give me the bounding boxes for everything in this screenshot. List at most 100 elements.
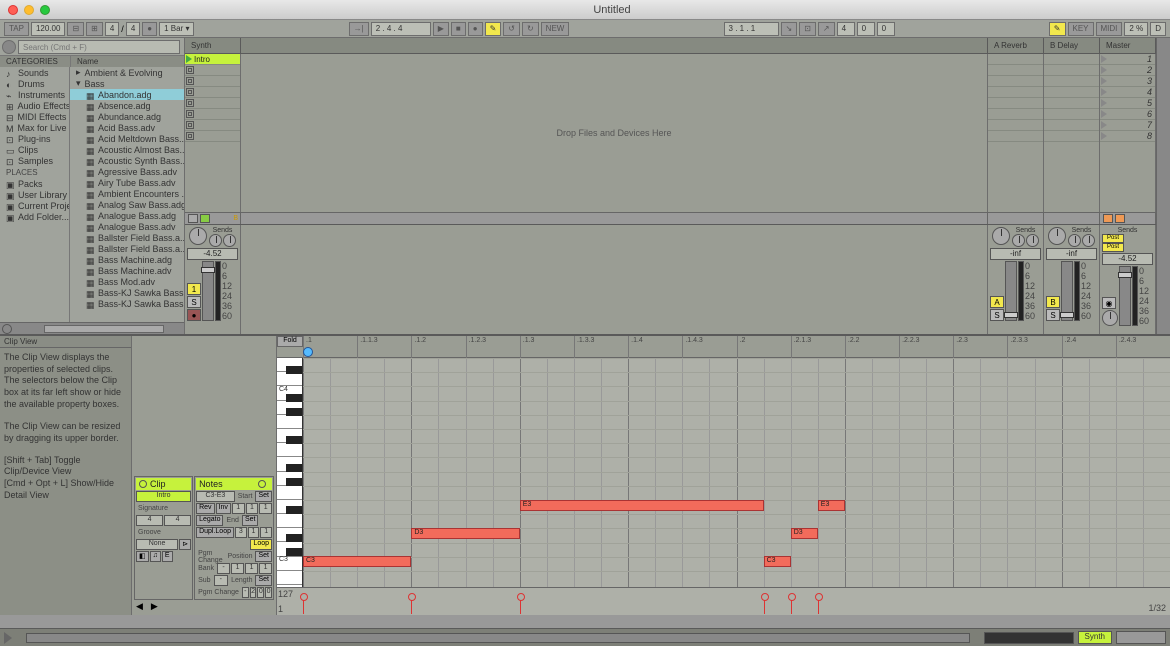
quantize-menu[interactable]: 1 Bar ▾: [159, 22, 194, 36]
browser-file[interactable]: ▦Acid Bass.adv: [70, 122, 184, 133]
start-beats[interactable]: 1: [246, 503, 259, 514]
io-toggle[interactable]: [188, 214, 198, 223]
browser-scrollbar[interactable]: [0, 322, 184, 334]
track-activator[interactable]: A: [990, 296, 1004, 308]
browser-file[interactable]: ▦Analogue Bass.adg: [70, 210, 184, 221]
end-beats[interactable]: 1: [248, 527, 260, 538]
overview-mini[interactable]: [984, 632, 1074, 644]
post-button[interactable]: Post: [1102, 243, 1124, 252]
scene-slot[interactable]: 7: [1100, 120, 1155, 131]
midi-map-button[interactable]: MIDI: [1096, 22, 1123, 36]
sig-den[interactable]: 4: [164, 515, 191, 526]
send-knob[interactable]: [1012, 234, 1025, 247]
place-item[interactable]: ▣Packs: [0, 178, 69, 189]
browser-file[interactable]: ▦Agressive Bass.adv: [70, 166, 184, 177]
velocity-marker[interactable]: [411, 596, 412, 614]
start-16[interactable]: 1: [259, 503, 272, 514]
send-knob[interactable]: [1068, 234, 1081, 247]
solo-button[interactable]: S: [1046, 309, 1060, 321]
play-button[interactable]: ▶: [433, 22, 449, 36]
category-item[interactable]: MMax for Live: [0, 122, 69, 133]
fold-button[interactable]: Fold: [277, 336, 303, 347]
browser-file[interactable]: ▦Analogue Bass.adv: [70, 221, 184, 232]
cue-volume-knob[interactable]: [1102, 310, 1118, 326]
clip-slot[interactable]: [185, 76, 240, 87]
timesig-num[interactable]: 4: [105, 22, 119, 36]
notes-activator-icon[interactable]: [258, 480, 266, 488]
reenable-auto-button[interactable]: ↺: [503, 22, 520, 36]
browser-file[interactable]: ▦Analog Saw Bass.adg: [70, 199, 184, 210]
piano-keyboard[interactable]: C4 C3: [277, 358, 303, 587]
clip-activator-icon[interactable]: [139, 480, 147, 488]
midi-note[interactable]: C3: [303, 556, 411, 567]
scene-slot[interactable]: 4: [1100, 87, 1155, 98]
arm-button[interactable]: ●: [187, 309, 201, 321]
groove-commit[interactable]: ⊳: [179, 539, 191, 550]
browser-file[interactable]: ▦Bass-KJ Sawka Bass...: [70, 287, 184, 298]
place-item[interactable]: ▣Current Project: [0, 200, 69, 211]
maximize-icon[interactable]: [40, 5, 50, 15]
scene-play-icon[interactable]: [1101, 110, 1107, 118]
sub-val[interactable]: -: [214, 575, 229, 586]
monitor-toggle[interactable]: [200, 214, 210, 223]
loop-len-bars[interactable]: 4: [837, 22, 855, 36]
volume-fader[interactable]: [1119, 266, 1131, 326]
send-a-knob[interactable]: [209, 234, 222, 247]
detail-toggle-icon[interactable]: [4, 632, 12, 644]
capture-button[interactable]: NEW: [541, 22, 570, 36]
track-activator[interactable]: B: [1046, 296, 1060, 308]
browser-file[interactable]: ▦Ambient Encounters ...: [70, 188, 184, 199]
clip-slot-intro[interactable]: Intro: [185, 54, 240, 65]
browser-file[interactable]: ▦Acoustic Synth Bass...: [70, 155, 184, 166]
nudge-up-button[interactable]: ⊞: [86, 22, 103, 36]
place-item[interactable]: ▣Add Folder...: [0, 211, 69, 222]
pos-bars[interactable]: 1: [231, 563, 244, 574]
clip-slot[interactable]: [185, 87, 240, 98]
volume-fader[interactable]: [1005, 261, 1017, 321]
category-item[interactable]: ⊡Samples: [0, 155, 69, 166]
tempo-field[interactable]: 120.00: [31, 22, 65, 36]
automation-arm-button[interactable]: ✎: [485, 22, 502, 36]
category-item[interactable]: ♪Sounds: [0, 67, 69, 78]
nav-right-icon[interactable]: ▶: [151, 601, 158, 613]
session-drop-zone[interactable]: Drop Files and Devices Here: [241, 54, 988, 212]
song-position[interactable]: 2 . 4 . 4: [371, 22, 431, 36]
session-sidebar[interactable]: [1156, 38, 1170, 334]
volume-readout[interactable]: -4.52: [187, 248, 238, 260]
loop-start-marker[interactable]: [303, 347, 313, 357]
browser-file[interactable]: ▦Bass-KJ Sawka Bass...: [70, 298, 184, 309]
clip-name-field[interactable]: Intro: [136, 491, 191, 502]
selector-btn[interactable]: ♫: [150, 551, 161, 562]
category-item[interactable]: ⌁Instruments: [0, 89, 69, 100]
scene-slot[interactable]: 2: [1100, 65, 1155, 76]
pos-16[interactable]: 1: [259, 563, 272, 574]
scene-play-icon[interactable]: [1101, 99, 1107, 107]
browser-file[interactable]: ▦Acid Meltdown Bass....: [70, 133, 184, 144]
close-icon[interactable]: [8, 5, 18, 15]
name-header[interactable]: Name: [70, 55, 184, 67]
metronome-button[interactable]: ●: [142, 22, 157, 36]
stop-button[interactable]: ■: [451, 22, 466, 36]
tap-tempo-button[interactable]: TAP: [4, 22, 29, 36]
dupl-loop-button[interactable]: Dupl.Loop: [196, 527, 234, 538]
device-chain-button[interactable]: [1116, 631, 1166, 644]
solo-button[interactable]: S: [990, 309, 1004, 321]
loop-toggle[interactable]: Loop: [250, 539, 272, 550]
category-item[interactable]: ◐Drums: [0, 78, 69, 89]
set-start-button[interactable]: Set: [255, 491, 272, 502]
track-header-synth[interactable]: Synth: [185, 38, 241, 53]
midi-note[interactable]: E3: [520, 500, 764, 511]
clip-slot[interactable]: [185, 120, 240, 131]
play-icon[interactable]: [186, 55, 192, 63]
nav-left-icon[interactable]: ◀: [136, 601, 143, 613]
clip-slot[interactable]: [185, 109, 240, 120]
midi-note[interactable]: D3: [411, 528, 519, 539]
scene-play-icon[interactable]: [1101, 77, 1107, 85]
bank-val[interactable]: -: [217, 563, 230, 574]
volume-readout[interactable]: -inf: [1046, 248, 1097, 260]
scene-play-icon[interactable]: [1101, 55, 1107, 63]
browser-folder[interactable]: ▸Ambient & Evolving: [70, 67, 184, 78]
len-16[interactable]: 0: [265, 587, 272, 598]
set-length-button[interactable]: Set: [255, 575, 272, 586]
track-activator[interactable]: 1: [187, 283, 201, 295]
